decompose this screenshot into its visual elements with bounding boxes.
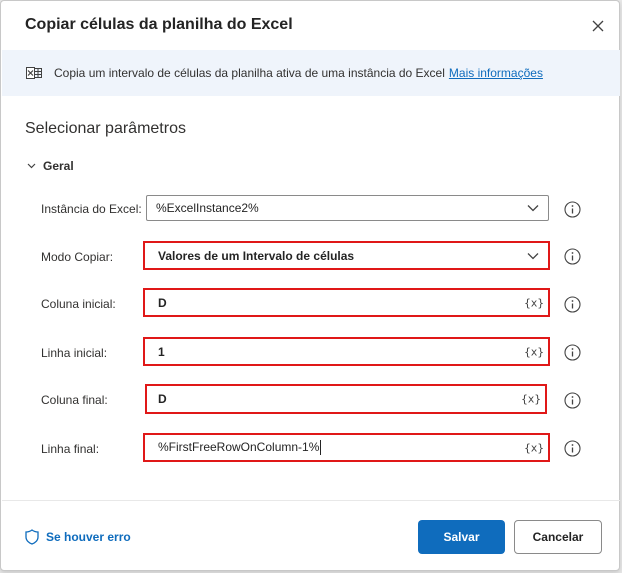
end-column-value: D xyxy=(158,392,167,406)
excel-instance-dropdown[interactable]: %ExcelInstance2% xyxy=(146,195,549,221)
info-icon[interactable] xyxy=(564,392,581,409)
end-row-value: %FirstFreeRowOnColumn-1% xyxy=(158,439,322,456)
info-banner: Copia um intervalo de células da planilh… xyxy=(2,50,620,96)
chevron-down-icon xyxy=(527,205,539,212)
copy-mode-value: Valores de um Intervalo de células xyxy=(158,248,355,263)
close-button[interactable] xyxy=(585,13,611,39)
excel-icon xyxy=(26,67,42,79)
info-icon[interactable] xyxy=(564,248,581,265)
end-column-input[interactable]: D {x} xyxy=(145,384,547,414)
on-error-label: Se houver erro xyxy=(46,530,131,544)
end-row-input[interactable]: %FirstFreeRowOnColumn-1% {x} xyxy=(143,433,550,462)
chevron-down-icon xyxy=(527,252,539,259)
text-caret xyxy=(320,440,322,456)
info-icon[interactable] xyxy=(564,201,581,218)
section-title: Selecionar parâmetros xyxy=(25,120,186,137)
start-row-label: Linha inicial: xyxy=(41,346,108,360)
info-icon[interactable] xyxy=(564,344,581,361)
variable-picker-icon[interactable]: {x} xyxy=(524,345,544,358)
more-info-link[interactable]: Mais informações xyxy=(449,66,543,80)
banner-text: Copia um intervalo de células da planilh… xyxy=(54,66,445,80)
start-column-input[interactable]: D {x} xyxy=(143,288,550,317)
start-column-value: D xyxy=(158,295,167,310)
close-icon xyxy=(592,20,604,32)
cancel-button[interactable]: Cancelar xyxy=(514,520,602,554)
start-row-value: 1 xyxy=(158,344,165,359)
footer-divider xyxy=(2,500,620,501)
save-button[interactable]: Salvar xyxy=(418,520,505,554)
on-error-link[interactable]: Se houver erro xyxy=(25,529,131,545)
chevron-down-icon xyxy=(27,163,36,169)
dialog: Copiar células da planilha do Excel Copi… xyxy=(0,0,620,571)
variable-picker-icon[interactable]: {x} xyxy=(524,296,544,309)
group-label: Geral xyxy=(43,159,74,173)
dialog-title: Copiar células da planilha do Excel xyxy=(25,16,293,33)
group-toggle-geral[interactable]: Geral xyxy=(27,159,74,173)
copy-mode-label: Modo Copiar: xyxy=(41,250,114,264)
info-icon[interactable] xyxy=(564,440,581,457)
end-row-label: Linha final: xyxy=(41,442,100,456)
variable-picker-icon[interactable]: {x} xyxy=(521,393,541,406)
end-column-label: Coluna final: xyxy=(41,393,108,407)
excel-instance-value: %ExcelInstance2% xyxy=(156,201,259,215)
copy-mode-dropdown[interactable]: Valores de um Intervalo de células xyxy=(143,241,550,270)
excel-instance-label: Instância do Excel: xyxy=(41,202,142,216)
start-column-label: Coluna inicial: xyxy=(41,297,116,311)
start-row-input[interactable]: 1 {x} xyxy=(143,337,550,366)
variable-picker-icon[interactable]: {x} xyxy=(524,441,544,454)
info-icon[interactable] xyxy=(564,296,581,313)
shield-icon xyxy=(25,529,39,545)
